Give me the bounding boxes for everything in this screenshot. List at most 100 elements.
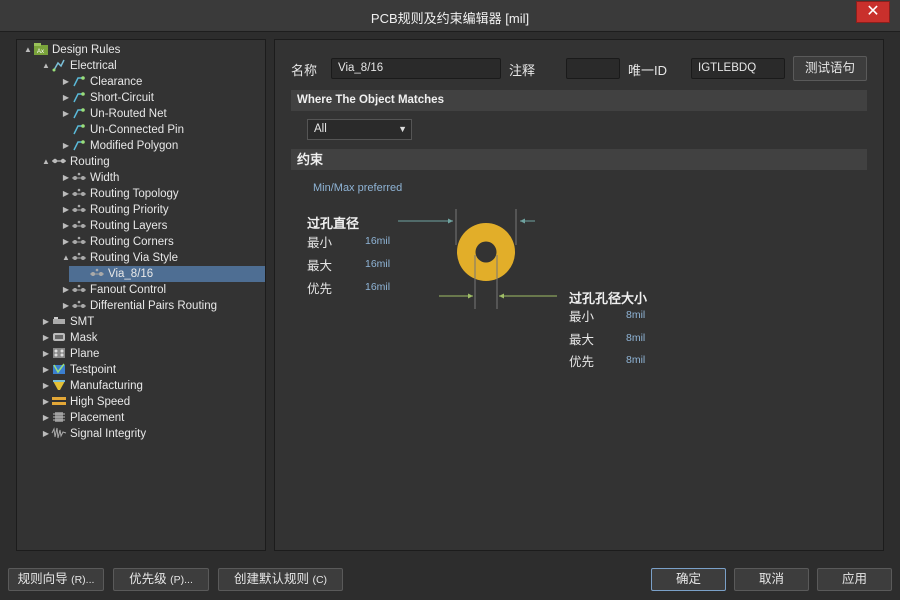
- tree-item[interactable]: ▶ Routing Corners: [61, 234, 174, 250]
- title-bar: PCB规则及约束编辑器 [mil] ✕: [0, 0, 900, 32]
- create-default-rules-shortcut: (C): [312, 574, 328, 586]
- collapse-arrow-icon[interactable]: ▲: [61, 250, 71, 266]
- unrouted-net-icon: [71, 106, 87, 120]
- tree-item-label: Design Rules: [52, 44, 121, 56]
- tree-item-label: Plane: [70, 348, 100, 360]
- tree-item[interactable]: ▶ Mask: [41, 330, 98, 346]
- hole-size-min-label: 最小: [569, 310, 595, 324]
- priority-button[interactable]: 优先级 (P)...: [113, 568, 209, 591]
- via-diameter-preferred-value[interactable]: 16mil: [365, 281, 390, 293]
- expand-arrow-icon[interactable]: ▶: [41, 426, 51, 442]
- routing-icon: [51, 154, 67, 168]
- tree-item[interactable]: ▶ Un-Routed Net: [61, 106, 167, 122]
- expand-arrow-icon[interactable]: ▶: [41, 362, 51, 378]
- tree-item-label: Testpoint: [70, 364, 117, 376]
- where-object-matches-header: Where The Object Matches: [291, 90, 867, 111]
- expand-arrow-icon[interactable]: ▶: [61, 202, 71, 218]
- tree-item[interactable]: ▶ Short-Circuit: [61, 90, 154, 106]
- collapse-arrow-icon[interactable]: ▲: [23, 42, 33, 58]
- tree-item[interactable]: ▲ Routing Via Style: [61, 250, 178, 266]
- tree-item[interactable]: ▶ High Speed: [41, 394, 130, 410]
- routing-rule-icon: [71, 202, 87, 216]
- arrow-head-icon: [468, 293, 473, 299]
- tree-item[interactable]: ▶ SMT: [41, 314, 94, 330]
- tree-item[interactable]: ▲ Routing: [41, 154, 110, 170]
- close-button[interactable]: ✕: [856, 1, 890, 23]
- expand-arrow-icon[interactable]: ▶: [61, 282, 71, 298]
- expand-arrow-icon[interactable]: ▶: [61, 298, 71, 314]
- hole-size-title: 过孔孔径大小: [569, 291, 648, 306]
- routing-rule-icon: [71, 250, 87, 264]
- comment-field[interactable]: [566, 58, 620, 79]
- expand-arrow-icon[interactable]: ▶: [41, 346, 51, 362]
- high-speed-icon: [51, 394, 67, 408]
- collapse-arrow-icon[interactable]: ▲: [41, 154, 51, 170]
- tree-item[interactable]: ▶ Plane: [41, 346, 99, 362]
- tree-item[interactable]: ▶ Fanout Control: [61, 282, 166, 298]
- expand-arrow-icon[interactable]: ▶: [61, 74, 71, 90]
- tree-item[interactable]: ▶ Routing Layers: [61, 218, 167, 234]
- collapse-arrow-icon[interactable]: ▲: [41, 58, 51, 74]
- hole-size-min-value[interactable]: 8mil: [626, 309, 645, 321]
- create-default-rules-button[interactable]: 创建默认规则 (C): [218, 568, 343, 591]
- tree-item[interactable]: ▶ Placement: [41, 410, 124, 426]
- tree-item-label: Fanout Control: [90, 284, 167, 296]
- expand-arrow-icon[interactable]: ▶: [41, 330, 51, 346]
- expand-arrow-icon[interactable]: ▶: [41, 378, 51, 394]
- unique-id-field[interactable]: IGTLEBDQ: [691, 58, 785, 79]
- tree-item[interactable]: ▲ Ax Design Rules: [23, 42, 120, 58]
- tree-item-label: Routing Topology: [90, 188, 179, 200]
- name-field[interactable]: Via_8/16: [331, 58, 501, 79]
- tree-item[interactable]: ▶ Clearance: [61, 74, 143, 90]
- tree-item[interactable]: ▶ Testpoint: [41, 362, 116, 378]
- tree-item[interactable]: ▶ Signal Integrity: [41, 426, 146, 442]
- routing-rule-icon: [71, 234, 87, 248]
- test-query-button[interactable]: 测试语句: [793, 56, 867, 81]
- expand-arrow-icon[interactable]: ▶: [61, 170, 71, 186]
- signal-integrity-icon: [51, 426, 67, 440]
- expand-arrow-icon[interactable]: ▶: [61, 90, 71, 106]
- via-diameter-max-value[interactable]: 16mil: [365, 258, 390, 270]
- expand-arrow-icon[interactable]: ▶: [61, 218, 71, 234]
- tree-item[interactable]: ▲ Electrical: [41, 58, 117, 74]
- expand-arrow-icon[interactable]: ▶: [41, 394, 51, 410]
- via-diameter-min-label: 最小: [307, 236, 333, 250]
- ok-button[interactable]: 确定: [651, 568, 726, 591]
- hole-size-max-value[interactable]: 8mil: [626, 332, 645, 344]
- expand-arrow-icon[interactable]: ▶: [41, 314, 51, 330]
- match-scope-select[interactable]: All ▼: [307, 119, 412, 140]
- tree-item-label: Modified Polygon: [90, 140, 179, 152]
- routing-rule-icon: [71, 298, 87, 312]
- window-title: PCB规则及约束编辑器 [mil]: [370, 11, 530, 26]
- cancel-button[interactable]: 取消: [734, 568, 809, 591]
- via-diagram: [398, 209, 557, 309]
- tree-item[interactable]: ▶ Manufacturing: [41, 378, 143, 394]
- constraint-mode-label: Min/Max preferred: [313, 182, 403, 194]
- create-default-rules-label: 创建默认规则: [233, 572, 309, 586]
- tree-item-label: Routing Corners: [90, 236, 174, 248]
- via-diameter-min-value[interactable]: 16mil: [365, 235, 390, 247]
- rule-wizard-button[interactable]: 规则向导 (R)...: [8, 568, 104, 591]
- tree-item-label: SMT: [70, 316, 95, 328]
- expand-arrow-icon[interactable]: ▶: [61, 138, 71, 154]
- smt-icon: [51, 314, 67, 328]
- tree-item[interactable]: ▶ Differential Pairs Routing: [61, 298, 217, 314]
- hole-size-preferred-value[interactable]: 8mil: [626, 354, 645, 366]
- tree-item[interactable]: ▶ Modified Polygon: [61, 138, 178, 154]
- rules-tree[interactable]: ▲ Ax Design Rules ▲ Electrical ▶ Clearance ▶ Sho…: [16, 39, 266, 551]
- tree-item[interactable]: ▶ Width: [61, 170, 119, 186]
- tree-item[interactable]: Un-Connected Pin: [61, 122, 184, 138]
- mask-icon: [51, 330, 67, 344]
- expand-arrow-icon[interactable]: ▶: [41, 410, 51, 426]
- routing-rule-icon: [71, 218, 87, 232]
- expand-arrow-icon[interactable]: ▶: [61, 186, 71, 202]
- tree-item[interactable]: Via_8/16: [69, 266, 265, 282]
- apply-button[interactable]: 应用: [817, 568, 892, 591]
- expand-arrow-icon[interactable]: ▶: [61, 234, 71, 250]
- tree-item-label: Short-Circuit: [90, 92, 154, 104]
- tree-item[interactable]: ▶ Routing Topology: [61, 186, 179, 202]
- expand-arrow-icon[interactable]: ▶: [61, 106, 71, 122]
- tree-item[interactable]: ▶ Routing Priority: [61, 202, 169, 218]
- priority-shortcut: (P)...: [170, 574, 193, 586]
- hole-size-preferred-label: 优先: [569, 355, 595, 369]
